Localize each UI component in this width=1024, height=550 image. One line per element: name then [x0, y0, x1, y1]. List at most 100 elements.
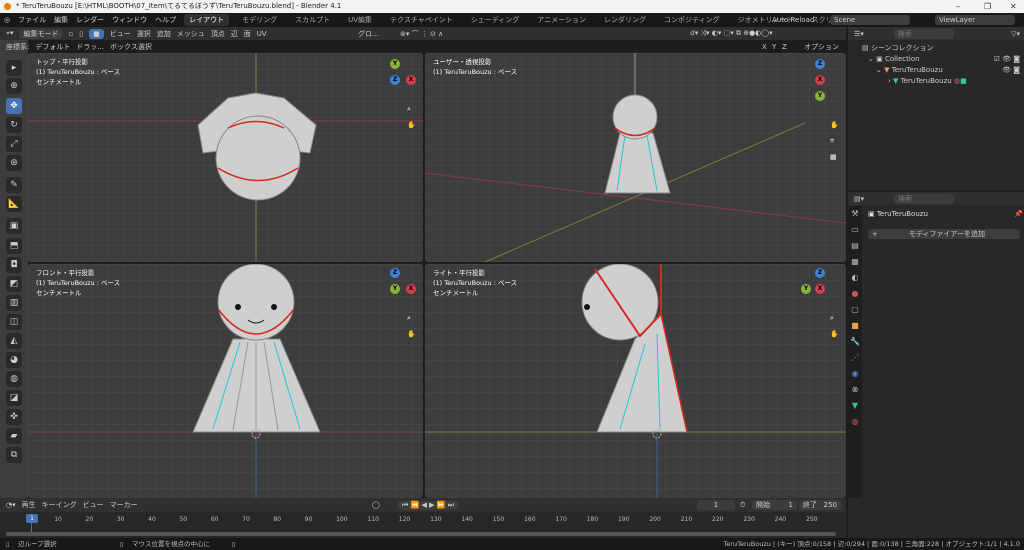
display-mode-icon[interactable]: ☰▾ [854, 30, 864, 38]
material-tab-icon[interactable]: ◍ [848, 414, 862, 430]
menu-vertex[interactable]: 頂点 [211, 29, 225, 39]
tab-animation[interactable]: アニメーション [532, 14, 591, 26]
options-menu[interactable]: オプション [804, 42, 839, 52]
particles-tab-icon[interactable]: ⋰ [848, 350, 862, 366]
menu-window[interactable]: ウィンドウ [112, 15, 147, 25]
constraints-tab-icon[interactable]: ⊗ [848, 382, 862, 398]
minimize-button[interactable]: – [956, 0, 960, 13]
close-button[interactable]: ✕ [1010, 0, 1017, 13]
tab-rendering[interactable]: レンダリング [599, 14, 651, 26]
auto-reload-button[interactable]: Auto Reload [772, 16, 814, 24]
add-modifier-button[interactable]: + モディファイアーを追加 [868, 229, 1020, 239]
pan-hand-icon[interactable]: ✋ [830, 330, 839, 338]
select-mode-vertex-icon[interactable]: ▫ [68, 30, 73, 38]
end-frame-field[interactable]: 終了 250 [799, 500, 841, 510]
add-cube-tool-icon[interactable]: ▣ [6, 218, 22, 234]
tab-shading[interactable]: シェーディング [466, 14, 525, 26]
tool-tab-icon[interactable]: ⚒ [848, 206, 862, 222]
menu-keying[interactable]: キーイング [42, 500, 77, 510]
grid-view-icon[interactable]: ▦ [830, 153, 837, 161]
pan-hand-icon[interactable]: ✋ [830, 121, 839, 129]
tab-modeling[interactable]: モデリング [237, 14, 282, 26]
menu-render[interactable]: レンダー [76, 15, 104, 25]
menu-uv[interactable]: UV [257, 30, 267, 38]
filter-icon[interactable]: ▽▾ [1011, 30, 1024, 38]
outliner-mesh-data[interactable]: › ▼ TeruTeruBouzu ◍■ [862, 76, 1024, 87]
gizmo-y-icon[interactable]: Y [390, 59, 400, 69]
object-tab-icon[interactable]: ■ [848, 318, 862, 334]
pan-hand-icon[interactable]: ✋ [407, 121, 416, 129]
gizmo-x-icon[interactable]: X [406, 75, 416, 85]
menu-mesh[interactable]: メッシュ [177, 29, 205, 39]
select-box-tool-icon[interactable]: ▸ [6, 60, 22, 76]
mirror-z-button[interactable]: Z [782, 43, 787, 51]
tab-compositing[interactable]: コンポジティング [659, 14, 725, 26]
shrink-fatten-tool-icon[interactable]: ✜ [6, 409, 22, 425]
box-select-selector[interactable]: ボックス選択 [110, 42, 152, 52]
pin-icon[interactable]: 📌 [1014, 210, 1023, 218]
gizmo-y-icon[interactable]: Y [815, 91, 825, 101]
pivot-icon[interactable]: ⊚▾ ⌒ ⋮ ⊙ ∧ [400, 29, 443, 39]
select-mode-edge-icon[interactable]: ▯ [79, 30, 83, 38]
cursor-tool-icon[interactable]: ⊕ [6, 78, 22, 94]
render-tab-icon[interactable]: ▭ [848, 222, 862, 238]
gizmo-z-icon[interactable]: Z [390, 75, 400, 85]
drag-selector[interactable]: ドラッ... [76, 42, 104, 52]
transform-tool-icon[interactable]: ⊛ [6, 155, 22, 171]
menu-view[interactable]: ビュー [110, 29, 131, 39]
rotate-tool-icon[interactable]: ↻ [6, 117, 22, 133]
tab-texture-paint[interactable]: テクスチャペイント [385, 14, 458, 26]
gizmo-x-icon[interactable]: X [406, 284, 416, 294]
mirror-y-button[interactable]: Y [772, 43, 776, 51]
view-layer-selector[interactable]: ViewLayer [935, 15, 1015, 25]
scene-selector[interactable]: Scene [830, 15, 910, 25]
auto-key-icon[interactable]: ◯ [372, 501, 380, 509]
viewport-user-perspective[interactable]: ユーザー・透視投影 (1) TeruTeruBouzu : ベース Z X Y ✋… [425, 53, 846, 262]
maximize-button[interactable]: ❐ [984, 0, 991, 13]
view-layer-tab-icon[interactable]: ▦ [848, 254, 862, 270]
gizmo-z-icon[interactable]: Z [815, 59, 825, 69]
shading-controls[interactable]: ☌▾ ⤨▾ ◐▾ ⬚▾ ⧉ ⊕●◐◯▾ [690, 29, 773, 38]
menu-timeline-view[interactable]: ビュー [83, 500, 104, 510]
menu-edit[interactable]: 編集 [54, 15, 68, 25]
start-frame-field[interactable]: 開始 1 [752, 500, 797, 510]
move-tool-icon[interactable]: ✥ [6, 98, 22, 114]
knife-tool-icon[interactable]: ◫ [6, 314, 22, 330]
camera-icon[interactable]: ⌾ [830, 137, 834, 146]
world-tab-icon[interactable]: ● [848, 286, 862, 302]
current-frame-field[interactable]: 1 [697, 500, 735, 510]
menu-marker[interactable]: マーカー [110, 500, 138, 510]
orientation-selector[interactable]: デフォルト [35, 42, 70, 52]
measure-tool-icon[interactable]: 📐 [6, 196, 22, 212]
timeline-scrollbar[interactable] [6, 532, 836, 536]
menu-add[interactable]: 追加 [157, 29, 171, 39]
gizmo-x-icon[interactable]: X [815, 75, 825, 85]
menu-select[interactable]: 選択 [137, 29, 151, 39]
zoom-icon[interactable]: ⌕ [830, 314, 834, 323]
poly-build-tool-icon[interactable]: ◭ [6, 333, 22, 349]
zoom-icon[interactable]: ⌕ [407, 314, 411, 323]
annotate-tool-icon[interactable]: ✎ [6, 177, 22, 193]
properties-search-input[interactable]: 検索 [894, 193, 955, 204]
outliner-search-input[interactable]: 検索 [893, 28, 954, 39]
blender-menu-icon[interactable]: ◎ [4, 16, 10, 24]
mode-selector[interactable]: 編集モード [19, 28, 63, 39]
menu-file[interactable]: ファイル [18, 15, 46, 25]
timeline-editor-icon[interactable]: ◔▾ [6, 501, 16, 509]
menu-help[interactable]: ヘルプ [155, 15, 176, 25]
menu-face[interactable]: 面 [244, 29, 251, 39]
physics-tab-icon[interactable]: ◉ [848, 366, 862, 382]
gizmo-x-icon[interactable]: X [815, 284, 825, 294]
edge-slide-tool-icon[interactable]: ◪ [6, 390, 22, 406]
menu-playback[interactable]: 再生 [22, 500, 36, 510]
editor-type-icon[interactable]: ⌖▾ [6, 29, 13, 38]
gizmo-y-icon[interactable]: Y [390, 284, 400, 294]
outliner-scene-collection[interactable]: ▤ シーンコレクション [862, 43, 1024, 54]
shear-tool-icon[interactable]: ▰ [6, 428, 22, 444]
zoom-icon[interactable]: ⌕ [407, 105, 411, 114]
scene-tab-icon[interactable]: ◐ [848, 270, 862, 286]
scale-tool-icon[interactable]: ⤢ [6, 136, 22, 152]
output-tab-icon[interactable]: ▤ [848, 238, 862, 254]
modifier-tab-icon[interactable]: 🔧 [848, 334, 862, 350]
tab-sculpt[interactable]: スカルプト [290, 14, 335, 26]
